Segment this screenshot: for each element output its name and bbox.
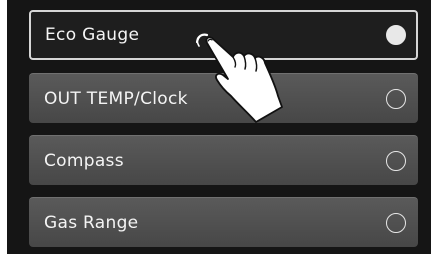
option-eco-gauge[interactable]: Eco Gauge	[29, 10, 418, 60]
option-label: Compass	[44, 150, 124, 171]
radio-selected-icon[interactable]	[386, 25, 406, 45]
radio-unselected-icon[interactable]	[386, 150, 406, 171]
display-screen: Eco Gauge OUT TEMP/Clock Compass Gas Ran…	[7, 0, 431, 254]
option-label: Eco Gauge	[45, 25, 140, 45]
option-out-temp-clock[interactable]: OUT TEMP/Clock	[29, 73, 418, 123]
radio-unselected-icon[interactable]	[386, 212, 406, 233]
radio-unselected-icon[interactable]	[386, 88, 406, 109]
option-compass[interactable]: Compass	[29, 135, 418, 185]
option-gas-range[interactable]: Gas Range	[29, 197, 418, 247]
option-label: Gas Range	[44, 212, 139, 233]
option-label: OUT TEMP/Clock	[44, 88, 188, 109]
